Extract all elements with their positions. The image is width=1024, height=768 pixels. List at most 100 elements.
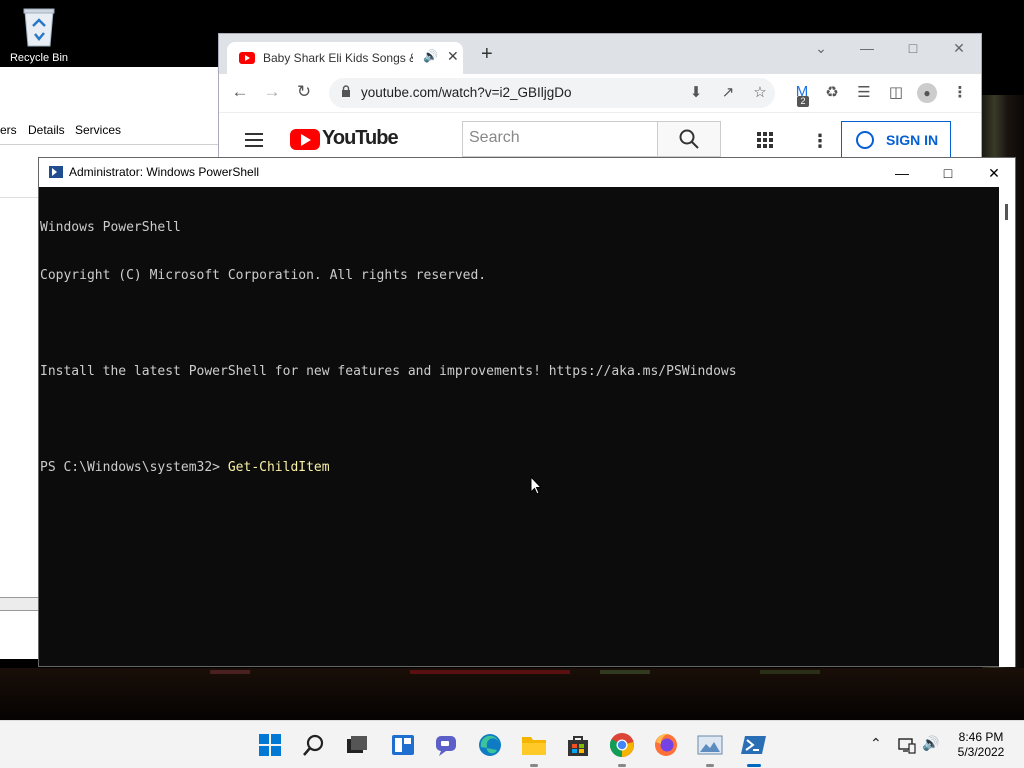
chrome-window[interactable]: Baby Shark Eli Kids Songs & 🔊 ✕ + ⌄ — □ … (218, 33, 982, 163)
share-icon[interactable]: ↗ (717, 83, 739, 101)
powershell-icon (741, 736, 766, 754)
apps-grid-icon[interactable] (757, 132, 773, 148)
recycle-bin[interactable]: Recycle Bin (6, 6, 72, 70)
close-button[interactable]: ✕ (949, 40, 969, 57)
desktop-wallpaper-strip (0, 668, 1024, 720)
running-indicator (706, 764, 714, 767)
powershell-taskbar-button[interactable] (738, 729, 770, 767)
bookmark-star-icon[interactable]: ☆ (749, 83, 771, 101)
search-icon (303, 734, 324, 756)
youtube-search-input[interactable]: Search (462, 121, 658, 157)
photos-button[interactable] (694, 729, 726, 767)
console-scrollbar[interactable] (999, 187, 1015, 667)
back-button[interactable]: ← (229, 82, 251, 102)
search-icon (679, 129, 699, 149)
search-button[interactable] (298, 729, 330, 761)
chat-icon (436, 736, 456, 756)
console-line: Install the latest PowerShell for new fe… (40, 364, 737, 379)
task-view-button[interactable] (341, 729, 373, 761)
console-output[interactable]: Windows PowerShell Copyright (C) Microso… (39, 187, 999, 667)
youtube-logo-text[interactable]: YouTube (322, 127, 399, 150)
edge-icon (479, 734, 501, 756)
scrollbar[interactable] (0, 597, 40, 611)
maximize-button[interactable]: □ (903, 40, 923, 56)
extension-badge: 2 (797, 96, 809, 107)
show-hidden-icons-chevron-icon[interactable]: ⌃ (870, 735, 882, 752)
new-tab-button[interactable]: + (481, 44, 493, 64)
tab-details[interactable]: Details (28, 123, 65, 137)
address-bar[interactable]: youtube.com/watch?v=i2_GBIljgDo (329, 78, 775, 108)
widgets-icon (392, 735, 414, 755)
powershell-icon (49, 166, 63, 178)
start-button[interactable] (254, 729, 286, 761)
forward-button[interactable]: → (261, 82, 283, 102)
user-icon (856, 131, 874, 149)
profile-avatar-icon[interactable]: ● (917, 83, 937, 103)
prompt-line[interactable]: PS C:\Windows\system32> Get-ChildItem (40, 460, 999, 476)
chrome-menu-icon[interactable]: ⋮ (949, 83, 971, 101)
tab-title: Baby Shark Eli Kids Songs & (263, 51, 413, 65)
url-text: youtube.com/watch?v=i2_GBIljgDo (361, 85, 572, 100)
volume-icon[interactable]: 🔊 (922, 735, 939, 752)
youtube-search-button[interactable] (657, 121, 721, 157)
store-bag-icon (568, 736, 588, 756)
mouse-pointer-icon (530, 476, 542, 495)
prompt-text: PS C:\Windows\system32> (40, 460, 228, 475)
tab-users[interactable]: ers (0, 123, 17, 137)
photos-icon (697, 735, 723, 755)
widgets-button[interactable] (387, 729, 419, 761)
reload-button[interactable]: ↻ (293, 82, 315, 102)
youtube-favicon-icon (239, 52, 255, 64)
chat-button[interactable] (430, 729, 462, 761)
task-view-icon (347, 736, 367, 753)
tab-search-icon[interactable]: ⌄ (811, 40, 831, 57)
windows-start-icon (259, 734, 281, 756)
console-line: Copyright (C) Microsoft Corporation. All… (40, 268, 487, 283)
system-clock[interactable]: 8:46 PM 5/3/2022 (946, 730, 1016, 760)
chrome-icon (609, 733, 634, 757)
install-icon[interactable]: ⬇ (685, 83, 707, 101)
tab-services[interactable]: Services (75, 123, 121, 137)
command-text: Get-ChildItem (227, 460, 330, 475)
media-control-icon[interactable]: ☰ (853, 83, 875, 101)
minimize-button[interactable]: — (857, 40, 877, 56)
running-indicator (530, 764, 538, 767)
hamburger-menu-icon[interactable] (245, 133, 263, 147)
youtube-logo-icon[interactable] (290, 129, 320, 150)
network-icon[interactable] (898, 736, 916, 754)
running-indicator (618, 764, 626, 767)
edge-button[interactable] (474, 729, 506, 761)
store-button[interactable] (562, 729, 594, 761)
recycle-bin-label: Recycle Bin (9, 52, 69, 64)
folder-icon (522, 737, 546, 755)
browser-tab-youtube[interactable]: Baby Shark Eli Kids Songs & 🔊 ✕ (227, 42, 463, 74)
clock-time: 8:46 PM (958, 730, 1004, 744)
clock-date: 5/3/2022 (957, 745, 1005, 759)
powershell-titlebar[interactable]: Administrator: Windows PowerShell — □ ✕ (39, 158, 1015, 187)
maximize-button[interactable]: □ (925, 160, 971, 186)
youtube-settings-icon[interactable]: ⋮ (811, 131, 829, 152)
extensions-puzzle-icon[interactable]: ♻ (821, 83, 843, 101)
close-tab-icon[interactable]: ✕ (447, 48, 459, 65)
youtube-header: YouTube Search ⋮ SIGN IN (219, 112, 981, 162)
firefox-icon (655, 733, 677, 756)
browser-toolbar: ← → ↻ youtube.com/watch?v=i2_GBIljgDo ⬇ … (219, 74, 981, 112)
desktop: Recycle Bin ers Details Services Baby Sh… (0, 0, 1024, 720)
file-explorer-button[interactable] (518, 729, 550, 767)
sign-in-label: SIGN IN (886, 132, 939, 148)
speaker-icon[interactable]: 🔊 (423, 49, 438, 63)
tab-strip: Baby Shark Eli Kids Songs & 🔊 ✕ + ⌄ — □ … (219, 34, 981, 74)
minimize-button[interactable]: — (879, 160, 925, 186)
console-line: Windows PowerShell (40, 220, 181, 235)
side-panel-icon[interactable]: ◫ (885, 83, 907, 101)
firefox-button[interactable] (650, 729, 682, 761)
scrollbar-thumb[interactable] (1005, 204, 1008, 220)
taskbar: ⌃ 🔊 8:46 PM 5/3/2022 (0, 720, 1024, 768)
sign-in-button[interactable]: SIGN IN (841, 121, 951, 159)
close-button[interactable]: ✕ (971, 160, 1017, 186)
powershell-window[interactable]: Administrator: Windows PowerShell — □ ✕ … (38, 157, 1016, 667)
chrome-button[interactable] (606, 729, 638, 767)
lock-icon (342, 85, 350, 97)
